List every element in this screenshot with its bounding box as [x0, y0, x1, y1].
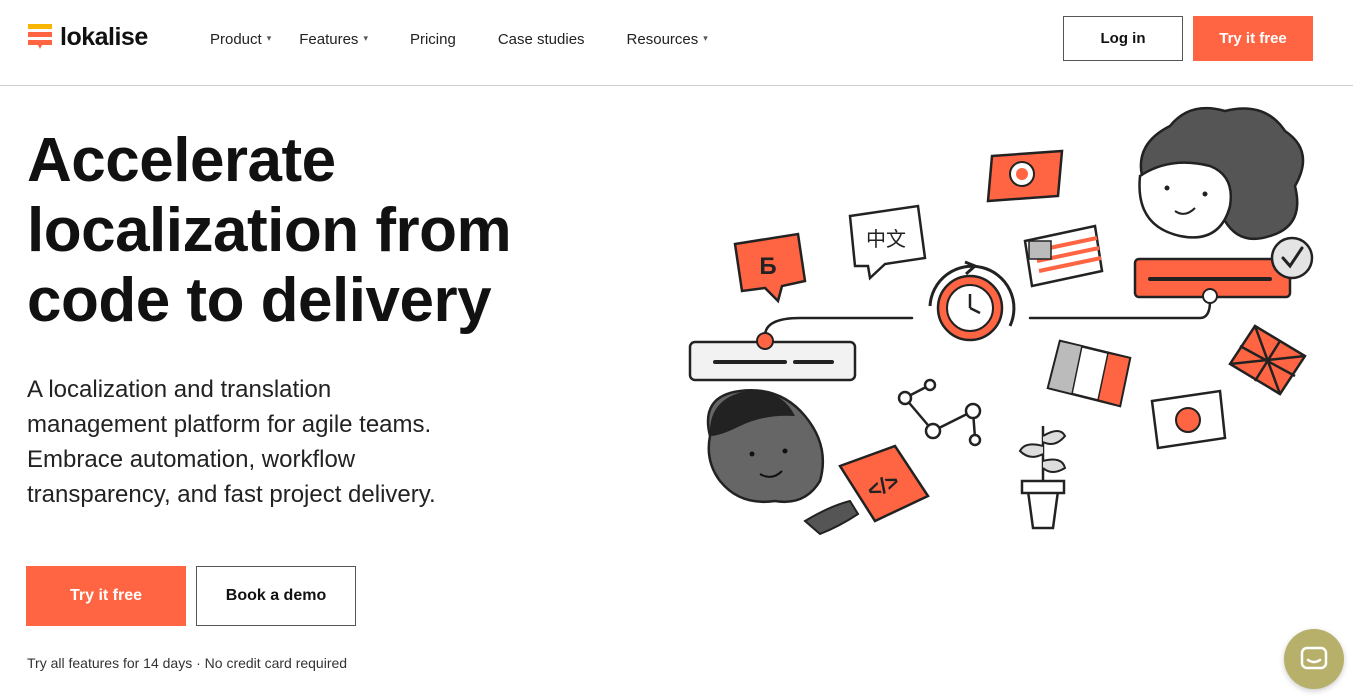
subtext-line: Embrace automation, workflow	[27, 446, 356, 473]
cyrillic-bubble-icon: Б	[733, 232, 807, 304]
input-bar-icon	[688, 332, 857, 382]
subtext-line: transparency, and fast project delivery.	[27, 481, 436, 508]
nav-item-label: Features	[299, 31, 359, 48]
bubble-letter: Б	[759, 253, 776, 280]
clock-icon	[928, 260, 1016, 342]
chevron-down-icon: ▾	[363, 33, 368, 43]
try-free-button[interactable]: Try it free	[26, 566, 186, 626]
logo-icon	[28, 22, 52, 52]
network-icon	[897, 378, 982, 447]
nav-item-label: Case studies	[497, 31, 585, 48]
logo[interactable]: lokalise	[28, 22, 148, 52]
nav-item-product[interactable]: Product ▾	[210, 31, 271, 48]
chevron-down-icon: ▾	[266, 33, 272, 43]
headline-line: code to delivery	[27, 266, 492, 335]
flag-japan-icon	[1150, 389, 1227, 450]
book-demo-button[interactable]: Book a demo	[196, 566, 356, 626]
chevron-down-icon: ▾	[703, 33, 708, 43]
subtext-line: management platform for agile teams.	[27, 411, 432, 438]
logo-text: lokalise	[60, 22, 148, 51]
try-free-header-button[interactable]: Try it free	[1193, 16, 1313, 61]
hero-subtext: A localization and translation managemen…	[27, 372, 527, 512]
login-button[interactable]: Log in	[1063, 16, 1183, 61]
flag-japan-icon	[986, 149, 1064, 203]
subtext-line: A localization and translation	[27, 376, 332, 403]
nav-item-label: Resources	[626, 31, 699, 48]
flag-usa-icon	[1023, 224, 1104, 288]
chinese-bubble-icon: 中文	[848, 204, 927, 281]
top-navigation-bar: lokalise Product ▾ Features ▾ Pricing Ca…	[0, 0, 1353, 86]
nav-item-pricing[interactable]: Pricing	[410, 31, 456, 48]
person-icon	[706, 389, 825, 504]
chat-icon	[1300, 646, 1328, 670]
nav-item-label: Pricing	[409, 31, 456, 48]
hero-illustration: Б 中文 </>	[680, 96, 1340, 546]
trial-note: Try all features for 14 days · No credit…	[27, 655, 348, 671]
hero-headline: Accelerate localization from code to del…	[27, 126, 627, 336]
flag-france-icon	[1046, 339, 1132, 408]
plant-icon	[1018, 426, 1067, 530]
bubble-chinese: 中文	[866, 228, 906, 251]
progress-bar-icon	[1133, 236, 1314, 304]
person-icon	[1138, 106, 1305, 241]
flag-uk-icon	[1228, 324, 1307, 396]
main-nav: Product ▾ Features ▾ Pricing Case studie…	[210, 31, 708, 48]
nav-item-features[interactable]: Features ▾	[299, 31, 368, 48]
headline-line: localization from	[27, 196, 512, 265]
nav-item-resources[interactable]: Resources ▾	[627, 31, 708, 48]
nav-item-label: Product	[210, 31, 262, 48]
headline-line: Accelerate	[27, 126, 336, 195]
nav-item-case-studies[interactable]: Case studies	[498, 31, 585, 48]
chat-launcher-button[interactable]	[1284, 629, 1344, 689]
